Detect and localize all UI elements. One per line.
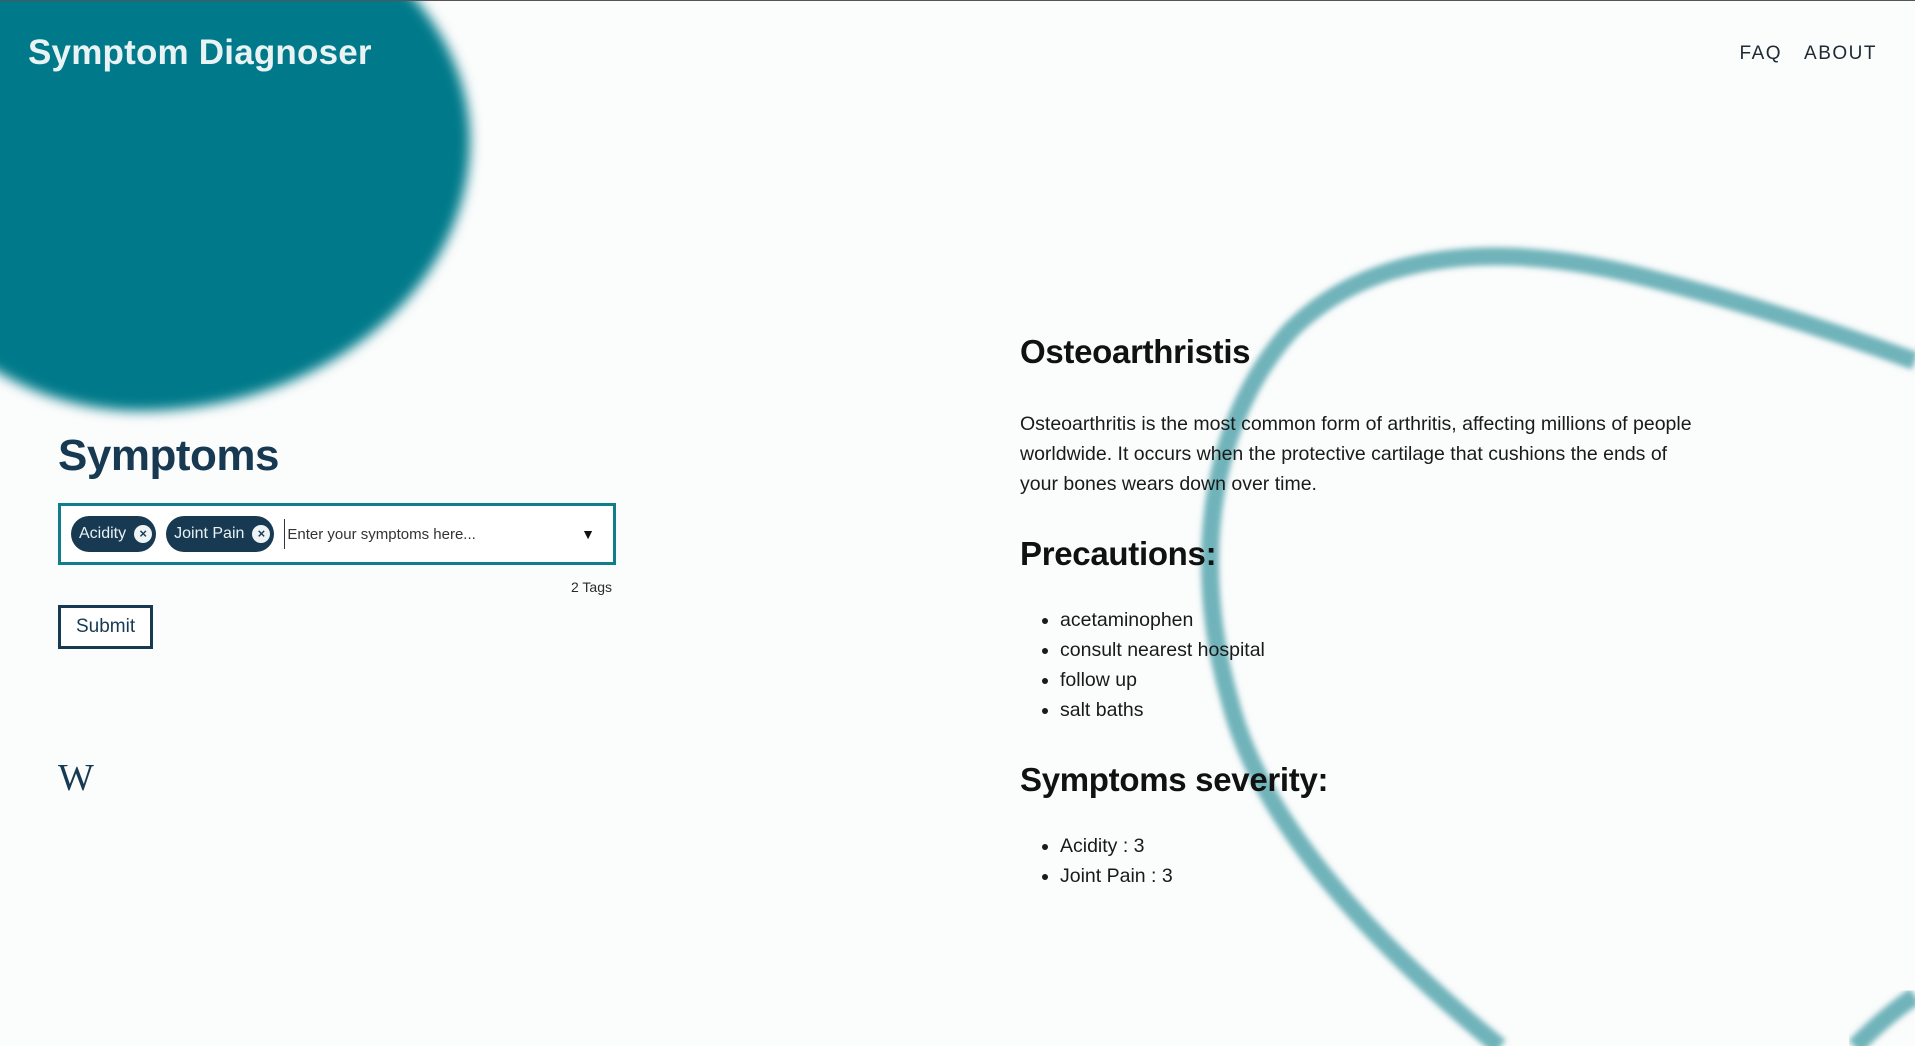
symptom-search-input[interactable] bbox=[284, 519, 572, 549]
symptoms-panel: Symptoms Acidity × Joint Pain × ▼ 2 Tags… bbox=[58, 431, 616, 649]
diagnosis-result: Osteoarthristis Osteoarthritis is the mo… bbox=[1020, 333, 1700, 891]
list-item: Acidity : 3 bbox=[1060, 831, 1700, 861]
remove-tag-icon[interactable]: × bbox=[252, 525, 271, 543]
tag-acidity: Acidity × bbox=[71, 516, 157, 552]
page: Symptom Diagnoser FAQ ABOUT Symptoms Aci… bbox=[0, 0, 1915, 1046]
app-title[interactable]: Symptom Diagnoser bbox=[28, 33, 372, 73]
disease-title: Osteoarthristis bbox=[1020, 333, 1251, 370]
remove-tag-icon[interactable]: × bbox=[134, 525, 153, 543]
severity-list: Acidity : 3 Joint Pain : 3 bbox=[1020, 831, 1700, 891]
wikipedia-icon[interactable]: W bbox=[58, 756, 94, 800]
tag-label: Joint Pain bbox=[174, 525, 245, 542]
dropdown-arrow-icon[interactable]: ▼ bbox=[581, 526, 595, 542]
tag-label: Acidity bbox=[79, 525, 127, 542]
list-item: salt baths bbox=[1060, 695, 1700, 725]
symptom-tag-input[interactable]: Acidity × Joint Pain × ▼ bbox=[58, 503, 616, 565]
precautions-list: acetaminophen consult nearest hospital f… bbox=[1020, 605, 1700, 725]
nav-about[interactable]: ABOUT bbox=[1804, 43, 1877, 65]
list-item: follow up bbox=[1060, 665, 1700, 695]
nav-faq[interactable]: FAQ bbox=[1740, 43, 1783, 65]
tag-count: 2 Tags bbox=[571, 579, 612, 595]
list-item: Joint Pain : 3 bbox=[1060, 861, 1700, 891]
precautions-heading: Precautions: bbox=[1020, 535, 1217, 572]
top-nav: FAQ ABOUT bbox=[1740, 43, 1877, 65]
list-item: consult nearest hospital bbox=[1060, 635, 1700, 665]
list-item: acetaminophen bbox=[1060, 605, 1700, 635]
submit-button[interactable]: Submit bbox=[58, 605, 154, 649]
symptoms-heading: Symptoms bbox=[58, 431, 279, 480]
tag-joint-pain: Joint Pain × bbox=[166, 516, 275, 552]
disease-description: Osteoarthritis is the most common form o… bbox=[1020, 413, 1692, 495]
severity-heading: Symptoms severity: bbox=[1020, 761, 1329, 798]
